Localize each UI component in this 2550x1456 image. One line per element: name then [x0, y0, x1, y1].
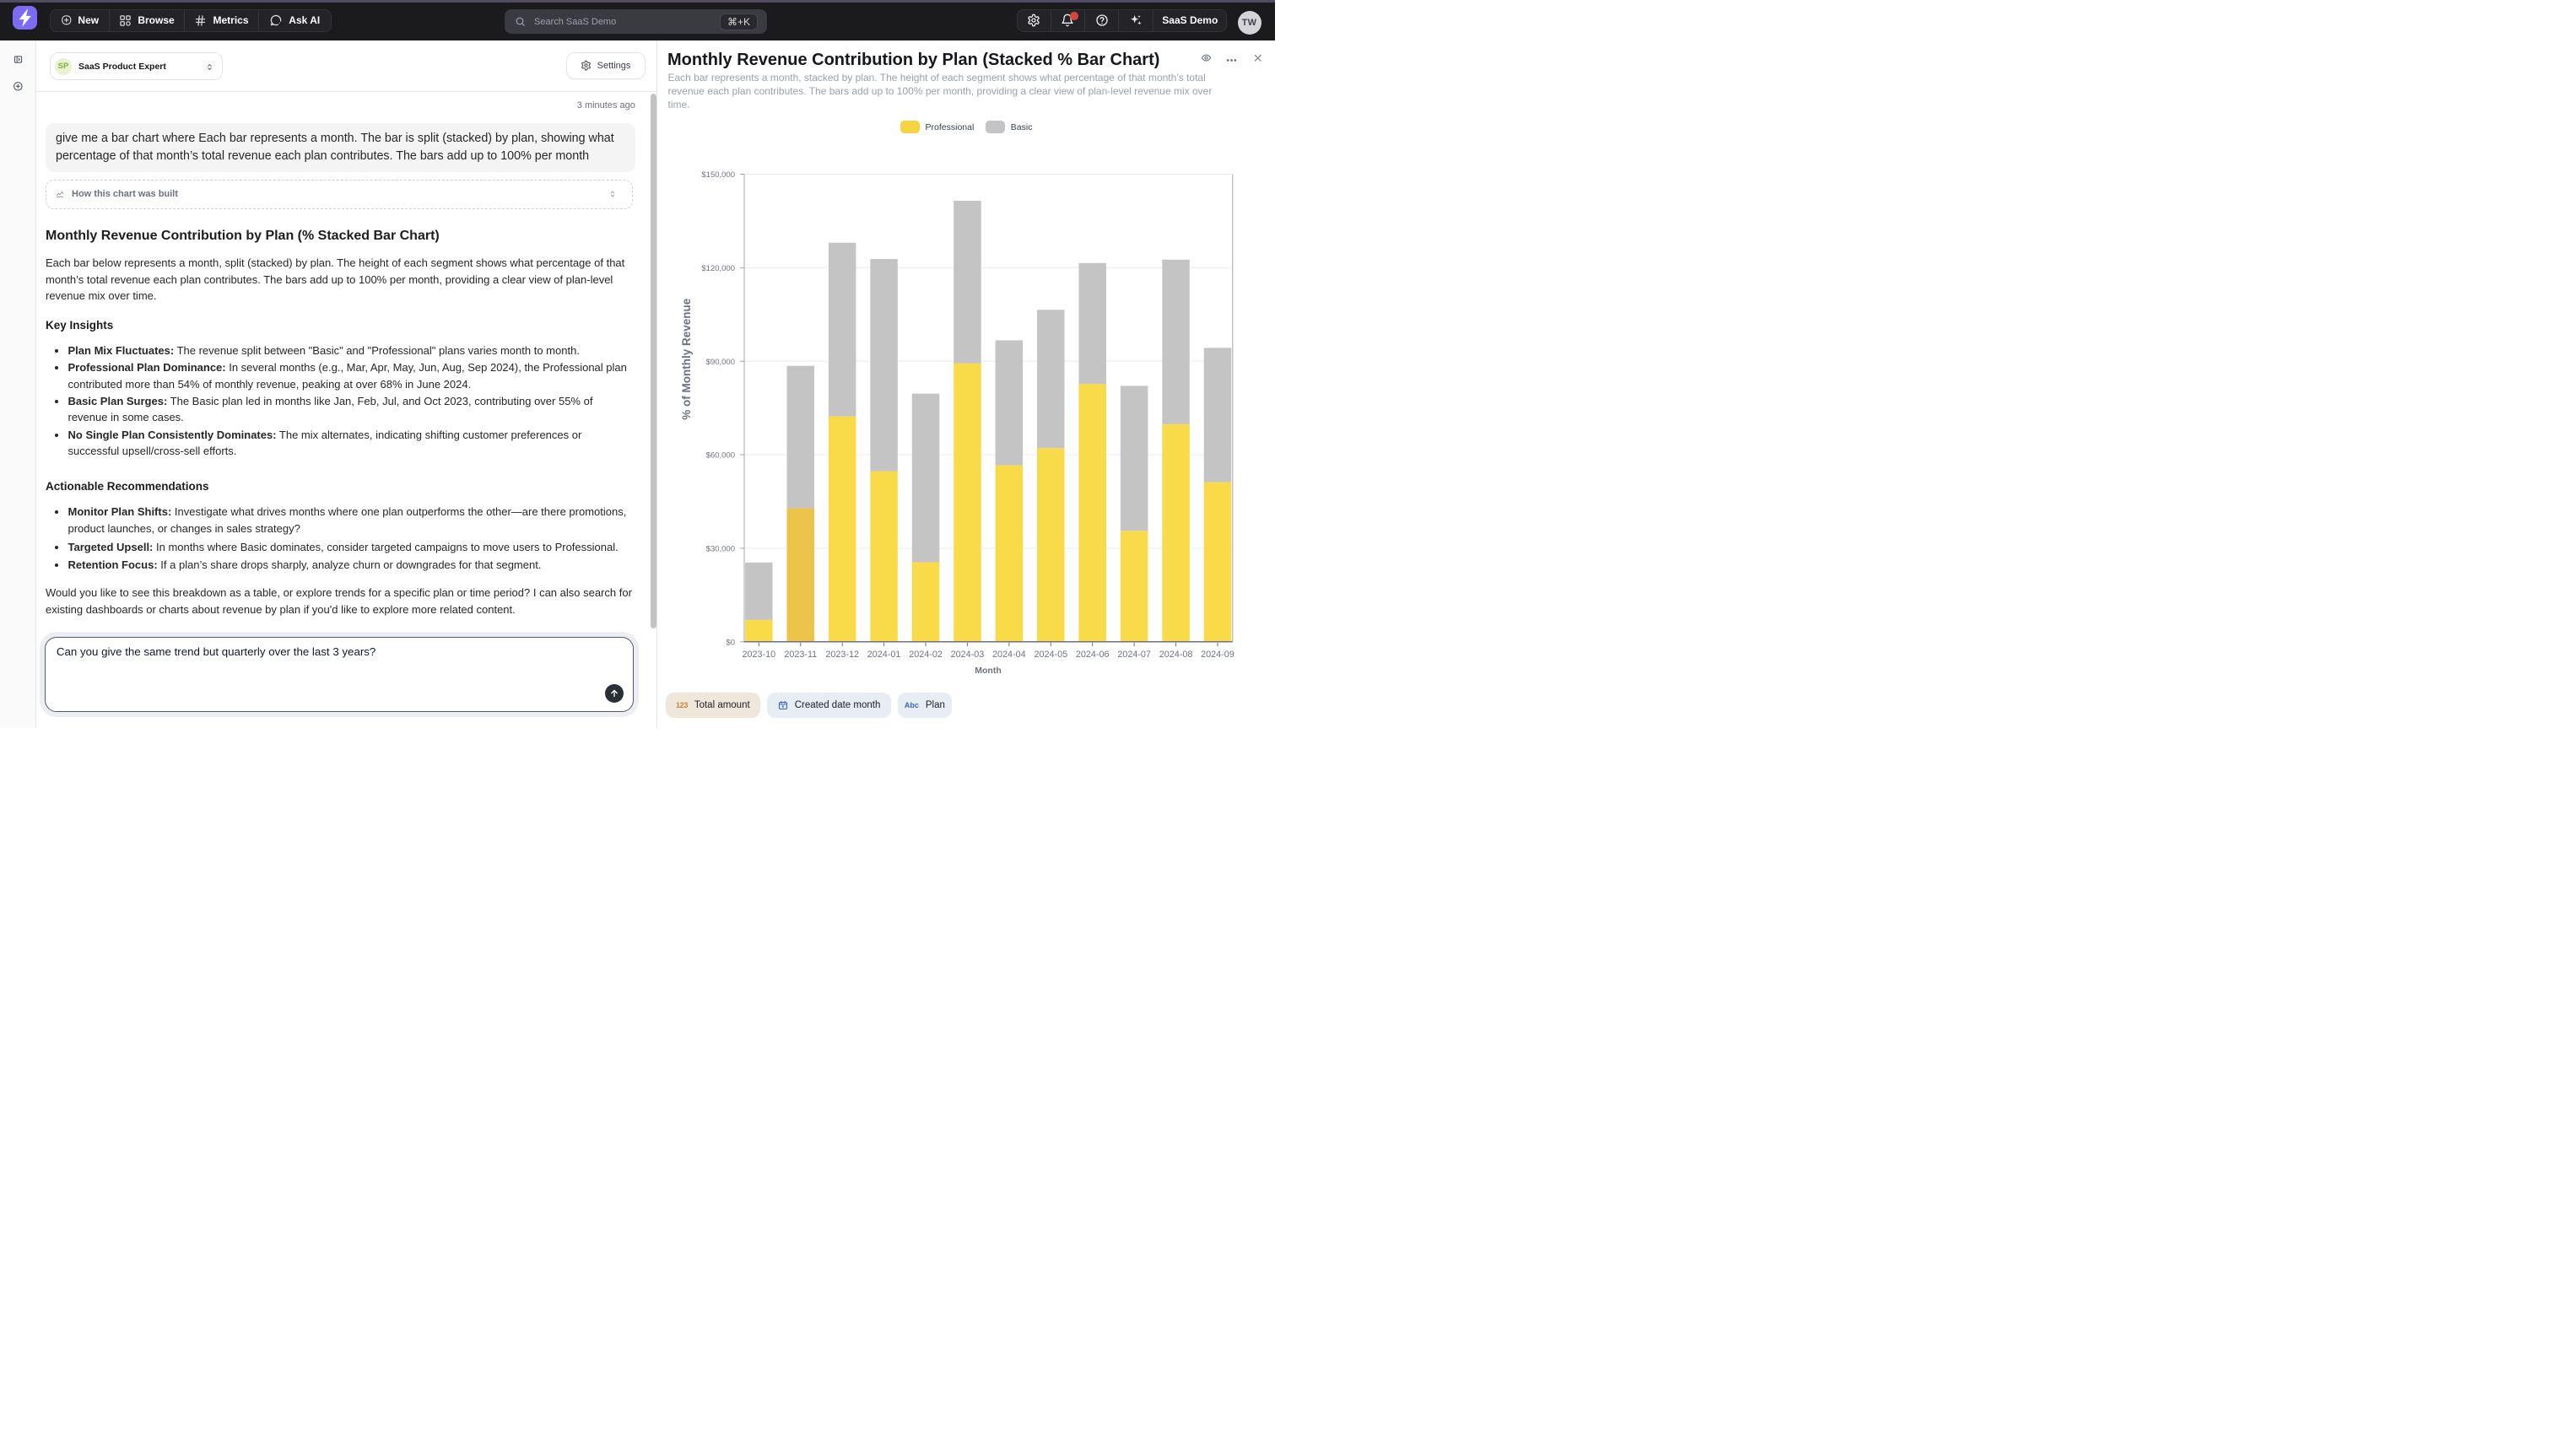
svg-text:2023-12: 2023-12 [825, 650, 859, 660]
svg-text:2024-09: 2024-09 [1201, 650, 1234, 660]
svg-text:2024-02: 2024-02 [909, 650, 943, 660]
svg-text:2024-05: 2024-05 [1034, 650, 1067, 660]
svg-text:2024-07: 2024-07 [1117, 650, 1151, 660]
svg-text:2024-01: 2024-01 [867, 650, 900, 660]
svg-text:2024-06: 2024-06 [1075, 650, 1109, 660]
svg-text:2024-08: 2024-08 [1159, 650, 1192, 660]
svg-text:$150,000: $150,000 [701, 170, 735, 180]
svg-text:2023-11: 2023-11 [784, 650, 817, 660]
svg-text:$30,000: $30,000 [705, 545, 734, 554]
svg-text:$120,000: $120,000 [701, 264, 735, 273]
svg-text:2023-10: 2023-10 [742, 650, 775, 660]
svg-text:Month: Month [975, 666, 1002, 676]
svg-text:$60,000: $60,000 [705, 451, 734, 461]
svg-text:$90,000: $90,000 [705, 358, 734, 367]
svg-text:2024-03: 2024-03 [950, 650, 984, 660]
svg-text:% of Monthly Revenue: % of Monthly Revenue [680, 298, 693, 420]
svg-text:2024-04: 2024-04 [992, 650, 1026, 660]
svg-text:$0: $0 [726, 638, 735, 647]
